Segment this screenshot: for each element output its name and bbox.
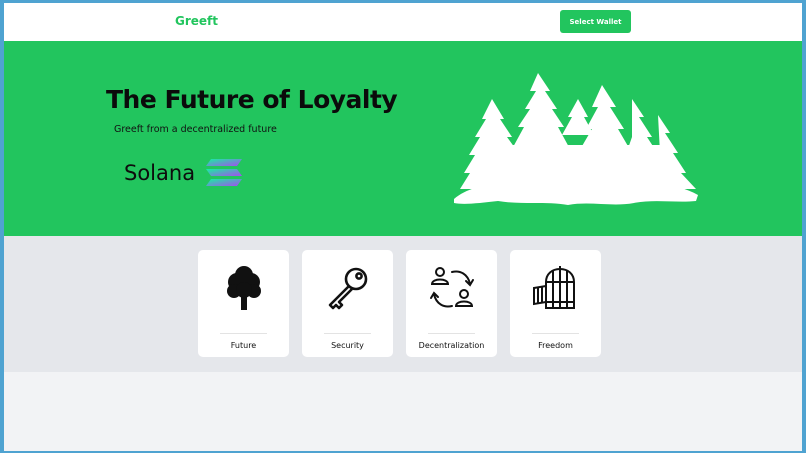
tree-icon: [227, 266, 261, 310]
select-wallet-button[interactable]: Select Wallet: [560, 10, 631, 33]
card-label-freedom: Freedom: [538, 341, 573, 350]
card-divider: [324, 333, 371, 334]
solana-logo-icon: [206, 159, 243, 186]
card-divider: [428, 333, 475, 334]
hero-title: The Future of Loyalty: [106, 85, 398, 114]
brand-logo[interactable]: Greeft: [175, 14, 218, 28]
navbar: Greeft Select Wallet: [4, 3, 802, 41]
card-divider: [532, 333, 579, 334]
solana-label: Solana: [124, 161, 196, 185]
feature-card-future[interactable]: Future: [198, 250, 289, 357]
hero-subtitle: Greeft from a decentralized future: [114, 124, 277, 135]
open-cage-icon: [533, 266, 575, 309]
hero-section: The Future of Loyalty Greeft from a dece…: [4, 41, 802, 236]
card-label-security: Security: [331, 341, 364, 350]
card-label-decentralization: Decentralization: [418, 341, 485, 350]
solana-badge: Solana: [124, 156, 243, 190]
people-exchange-icon: [430, 267, 474, 308]
feature-card-freedom[interactable]: Freedom: [510, 250, 601, 357]
card-divider: [220, 333, 267, 334]
key-icon: [328, 267, 368, 310]
app-frame: Greeft Select Wallet The Future of Loyal…: [4, 3, 802, 451]
card-label-future: Future: [230, 341, 257, 350]
feature-card-decentralization[interactable]: Decentralization: [406, 250, 497, 357]
feature-card-security[interactable]: Security: [302, 250, 393, 357]
features-section: Future Security Decentralization Freedom: [4, 236, 802, 372]
forest-illustration: [454, 73, 698, 205]
